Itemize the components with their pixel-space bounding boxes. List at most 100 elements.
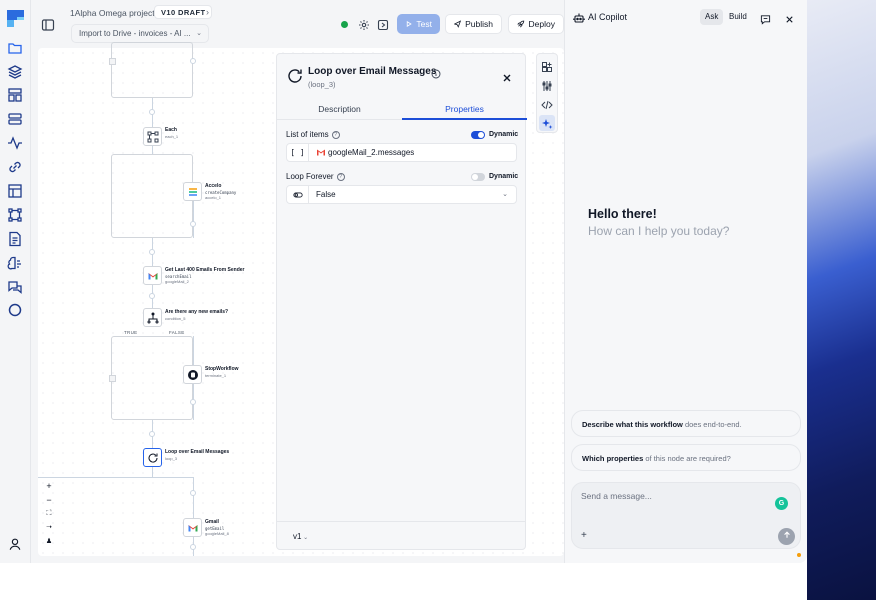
send-icon [454, 20, 462, 28]
loop-forever-select[interactable]: False ⌄ [286, 185, 517, 204]
add-step-button[interactable] [149, 249, 155, 255]
node-title: Loop over Email Messages [165, 449, 230, 455]
help-icon[interactable]: ? [331, 131, 340, 139]
tab-description[interactable]: Description [277, 98, 402, 120]
add-step-button[interactable] [190, 490, 196, 496]
suggestion-bold: Which properties [582, 454, 644, 463]
loop-icon [286, 67, 304, 85]
loop-forever-label: Loop Forever [286, 172, 334, 181]
field-label: Loop Forever? [286, 172, 345, 181]
node-title: Accelo [205, 183, 222, 189]
mode-build-tab[interactable]: Build [724, 9, 752, 25]
folder-icon[interactable] [7, 40, 23, 56]
gear-icon[interactable] [358, 18, 370, 30]
properties-panel: Loop over Email Messages (loop_3) Descri… [276, 53, 527, 550]
pan-button[interactable]: ➝ [42, 521, 56, 535]
accelo-node-icon[interactable] [183, 182, 202, 201]
gmail-node-icon[interactable] [143, 266, 162, 285]
test-button[interactable]: Test [397, 14, 440, 34]
run-panel-icon[interactable] [377, 18, 389, 31]
chat-icon[interactable] [7, 279, 23, 295]
add-step-button[interactable] [149, 431, 155, 437]
gmail-node-icon[interactable] [183, 518, 202, 537]
branch-true-label: TRUE [124, 330, 138, 335]
add-step-button[interactable] [190, 221, 196, 227]
activity-icon[interactable] [7, 135, 23, 151]
send-button[interactable] [778, 528, 795, 545]
suggestion-chip[interactable]: Which properties of this node are requir… [571, 444, 801, 471]
chevron-right-icon[interactable]: › [206, 7, 209, 17]
field-label: List of items? [286, 130, 340, 139]
node-id: googleMail_2 [165, 279, 189, 284]
list-of-items-value: googleMail_2.messages [328, 148, 415, 157]
connector [152, 146, 153, 154]
sliders-icon[interactable] [541, 79, 553, 91]
zoom-out-button[interactable]: − [42, 493, 56, 507]
list-of-items-label: List of items [286, 130, 329, 139]
user-icon[interactable] [8, 537, 22, 551]
brain-icon[interactable] [7, 255, 23, 271]
add-step-button[interactable] [149, 109, 155, 115]
sidebar-toggle-icon[interactable] [41, 18, 55, 32]
attach-plus-icon[interactable]: + [581, 530, 587, 541]
node-id: loop_3 [165, 456, 178, 461]
list-of-items-field[interactable]: [ ] googleMail_2.messages [286, 143, 517, 162]
panel-tool-strip [536, 53, 558, 133]
chevron-down-icon: ⌄ [301, 535, 309, 541]
info-icon[interactable] [431, 66, 441, 79]
help-icon[interactable]: ? [336, 173, 345, 181]
suggestion-chip[interactable]: Describe what this workflow does end-to-… [571, 410, 801, 437]
nodes-icon[interactable] [7, 207, 23, 223]
node-title: Gmail [205, 519, 219, 525]
deploy-button[interactable]: Deploy [508, 14, 564, 34]
connector [193, 201, 194, 238]
close-icon[interactable] [784, 12, 795, 23]
condition-node-icon[interactable] [143, 308, 162, 327]
desktop-wallpaper [807, 0, 876, 600]
layers-icon[interactable] [7, 64, 23, 80]
top-bar: 1Alpha Omega project V10 DRAFT › Import … [31, 0, 564, 48]
dynamic-label: Dynamic [489, 173, 519, 180]
document-icon[interactable] [7, 231, 23, 247]
properties-node-id: (loop_3) [308, 80, 336, 89]
lock-button[interactable]: ♟ [42, 535, 56, 549]
each-node-icon[interactable] [143, 127, 162, 146]
message-composer[interactable]: Send a message... G + [571, 482, 801, 549]
server-icon[interactable] [7, 111, 23, 127]
components-icon[interactable] [541, 60, 553, 72]
add-step-button[interactable] [149, 293, 155, 299]
dynamic-toggle[interactable] [471, 173, 485, 181]
loop-forever-value: False [316, 190, 336, 199]
fit-view-button[interactable]: ⛶ [42, 507, 56, 521]
layout-icon[interactable] [7, 87, 23, 103]
add-step-button[interactable] [190, 58, 196, 64]
play-icon [406, 21, 412, 27]
loop-node-icon[interactable] [143, 448, 162, 467]
publish-button[interactable]: Publish [445, 14, 502, 34]
close-icon[interactable] [502, 70, 512, 82]
chat-history-icon[interactable] [760, 12, 771, 25]
workflow-select-value: Import to Drive - invoices - AI ... [79, 29, 191, 38]
link-icon[interactable] [7, 159, 23, 175]
sparkles-icon[interactable] [539, 115, 555, 131]
stop-node-icon[interactable] [183, 365, 202, 384]
project-name[interactable]: 1Alpha Omega project [70, 8, 155, 18]
tab-properties[interactable]: Properties [402, 98, 527, 120]
code-icon[interactable] [541, 98, 553, 110]
version-select[interactable]: v1 ⌄ [293, 532, 308, 541]
status-dot-icon [341, 21, 348, 28]
collapse-handle[interactable] [109, 58, 116, 65]
grammarly-icon[interactable]: G [775, 497, 788, 510]
message-input[interactable]: Send a message... [581, 491, 652, 501]
gmail-icon [317, 149, 325, 156]
mode-ask-tab[interactable]: Ask [700, 9, 724, 25]
add-step-button[interactable] [190, 544, 196, 550]
dynamic-toggle[interactable] [471, 131, 485, 139]
workflow-select[interactable]: Import to Drive - invoices - AI ... ⌄ [71, 24, 209, 43]
circle-icon[interactable] [7, 302, 23, 318]
greeting-title: Hello there! [588, 207, 657, 221]
table-icon[interactable] [7, 183, 23, 199]
collapse-handle[interactable] [109, 375, 116, 382]
zoom-in-button[interactable]: + [42, 479, 56, 493]
add-step-button[interactable] [190, 399, 196, 405]
